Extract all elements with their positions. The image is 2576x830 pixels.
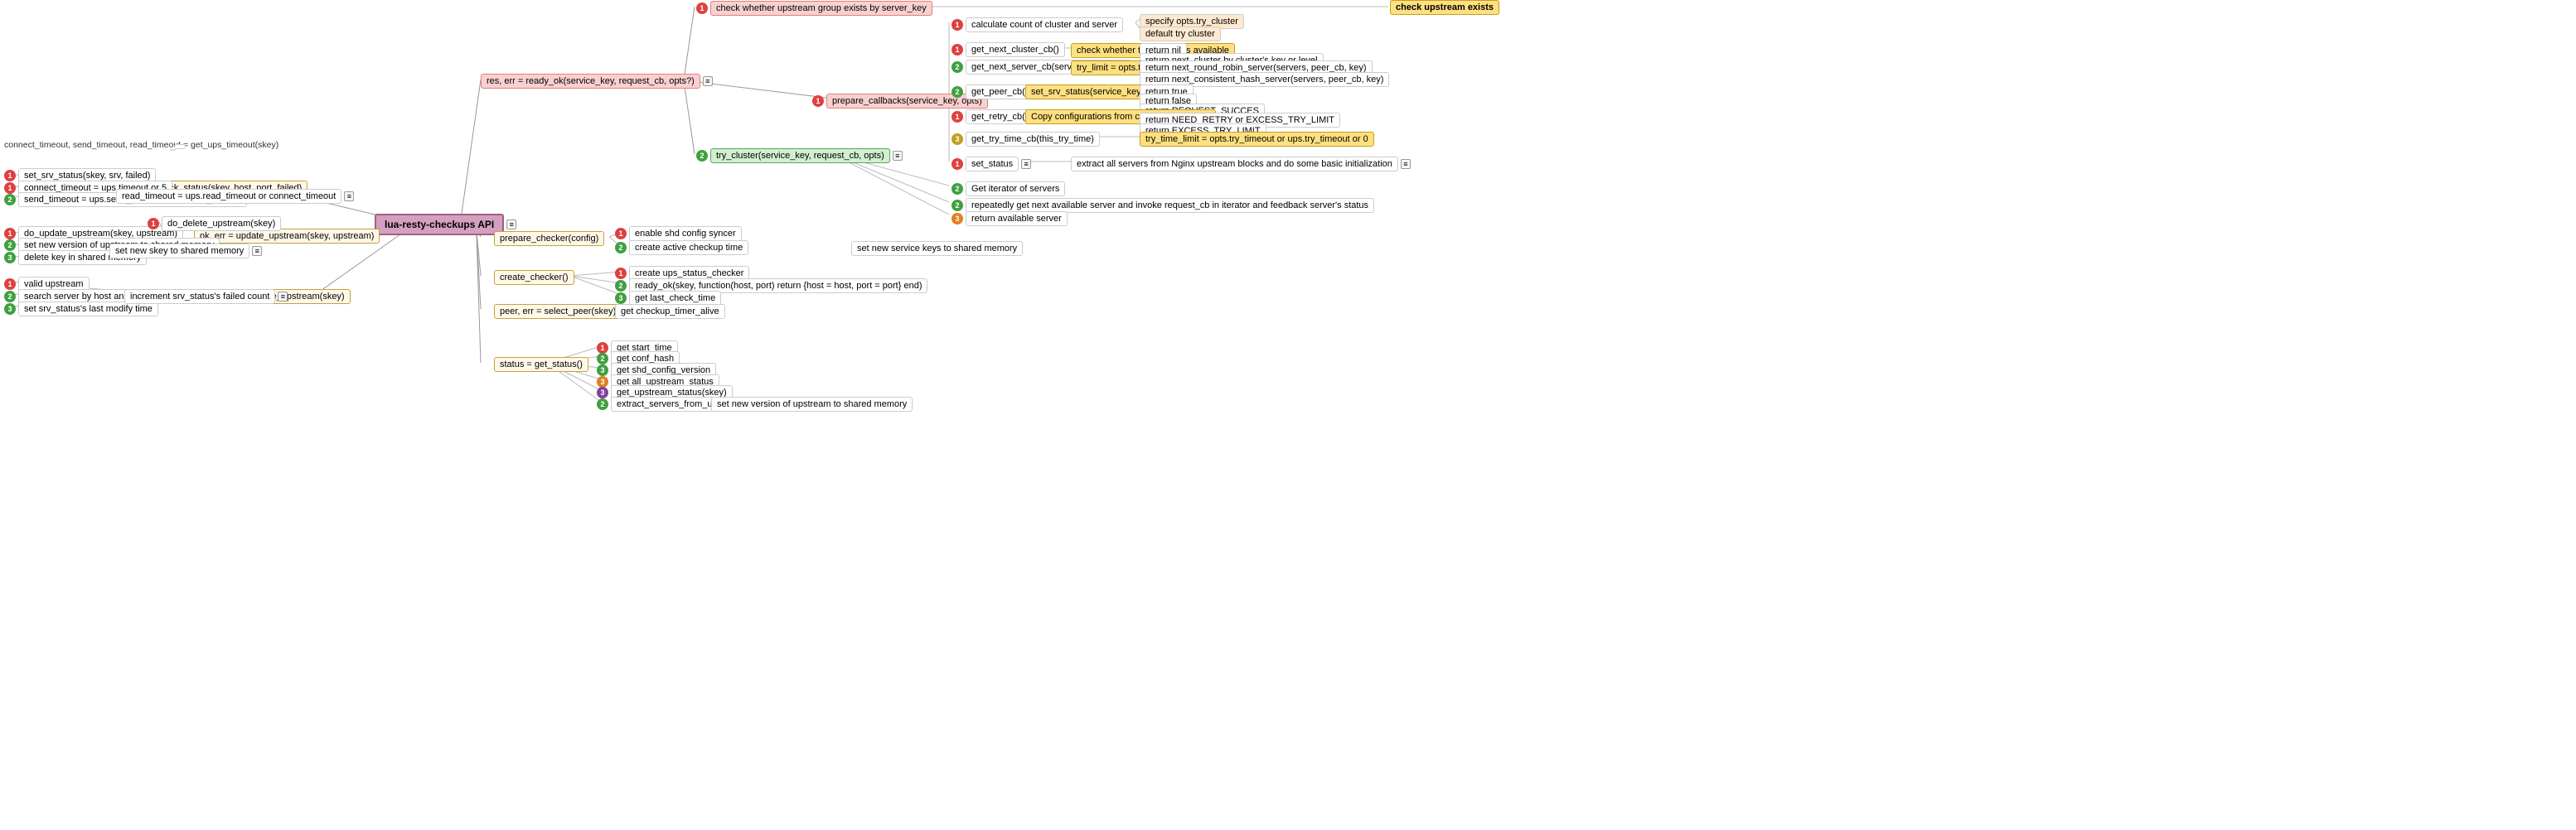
copy-config-box[interactable]: enable shd config syncer bbox=[629, 226, 742, 241]
get-try-time-node: 3 get_try_time_cb(this_try_time) bbox=[951, 132, 1100, 147]
get-status-box[interactable]: status = get_status() bbox=[494, 357, 588, 372]
return-available-node: 3 return available server bbox=[951, 211, 1068, 226]
extract-servers-fn-box[interactable]: set new service keys to shared memory bbox=[851, 241, 1023, 256]
get-ups-timeout-box[interactable] bbox=[174, 144, 186, 149]
set-new-upstream-badge: 2 bbox=[4, 239, 16, 251]
retry-cb-badge: 1 bbox=[951, 111, 963, 123]
create-checker-node: create_checker() bbox=[494, 270, 574, 285]
prepare-checker-node: prepare_checker(config) bbox=[494, 231, 604, 246]
ready-ok-select-node: get checkup_timer_alive bbox=[615, 304, 725, 319]
check-upstream-exists-box[interactable]: check upstream exists bbox=[1390, 0, 1499, 15]
check-upstream-group-box[interactable]: check whether upstream group exists by s… bbox=[710, 1, 932, 16]
iterator-badge: 2 bbox=[951, 183, 963, 195]
set-status-badge: 1 bbox=[951, 158, 963, 170]
get-upstream-status-box[interactable]: set new version of upstream to shared me… bbox=[711, 397, 913, 412]
try-time-limit-box[interactable]: try_time_limit = opts.try_timeout or ups… bbox=[1140, 132, 1374, 147]
central-expand-icon[interactable]: ≡ bbox=[506, 220, 516, 229]
valid-badge: 1 bbox=[148, 218, 159, 229]
create-active-badge: 2 bbox=[615, 280, 627, 292]
set-srv-status-node: extract all servers from Nginx upstream … bbox=[1071, 157, 1411, 171]
ready-ok-node: res, err = ready_ok(service_key, request… bbox=[481, 74, 713, 89]
set-srv-status2-node: read_timeout = ups.read_timeout or conne… bbox=[116, 189, 354, 204]
set-status-expand[interactable]: ≡ bbox=[1021, 159, 1031, 169]
do-update-upstream-node: set new skey to shared memory ≡ bbox=[109, 244, 262, 258]
return-available-box[interactable]: return available server bbox=[966, 211, 1068, 226]
do-delete-upstream-box[interactable]: increment srv_status's failed count bbox=[124, 289, 275, 304]
copy-config-node: 1 enable shd config syncer bbox=[615, 226, 742, 241]
connect-timeout-label: connect_timeout, send_timeout, read_time… bbox=[4, 140, 278, 150]
create-checker-box[interactable]: create_checker() bbox=[494, 270, 574, 285]
set-srv-status2-box[interactable]: read_timeout = ups.read_timeout or conne… bbox=[116, 189, 341, 204]
ready-ok-select-box[interactable]: get checkup_timer_alive bbox=[615, 304, 725, 319]
do-update-upstream-box[interactable]: set new skey to shared memory bbox=[109, 244, 249, 258]
get-ups-timeout-node bbox=[174, 144, 186, 149]
extract-servers-badge: 2 bbox=[615, 242, 627, 253]
select-peer-box[interactable]: peer, err = select_peer(skey) bbox=[494, 304, 622, 319]
next-server-badge: 2 bbox=[951, 61, 963, 73]
set-status-box[interactable]: set_status bbox=[966, 157, 1019, 171]
try-cluster-box[interactable]: try_cluster(service_key, request_cb, opt… bbox=[710, 148, 890, 163]
get-iterator-node: 2 Get iterator of servers bbox=[951, 181, 1065, 196]
get-upstream-status-node: set new version of upstream to shared me… bbox=[711, 397, 913, 412]
try-cluster-badge: 2 bbox=[696, 150, 708, 162]
all-upstream-badge: 2 bbox=[597, 398, 608, 410]
do-delete-upstream-node: increment srv_status's failed count ≡ bbox=[124, 289, 288, 304]
copy-config-badge: 1 bbox=[615, 228, 627, 239]
create-ups-badge: 3 bbox=[615, 292, 627, 304]
calculate-count-node: 1 calculate count of cluster and server bbox=[951, 17, 1123, 32]
valid-upstream-node: 1 do_delete_upstream(skey) bbox=[148, 216, 281, 231]
next-cluster-badge: 1 bbox=[951, 44, 963, 55]
prepare-checker-box[interactable]: prepare_checker(config) bbox=[494, 231, 604, 246]
get-next-cluster-node: 1 get_next_cluster_cb() bbox=[951, 42, 1065, 57]
ready-ok-box[interactable]: res, err = ready_ok(service_key, request… bbox=[481, 74, 700, 89]
get-status-node: status = get_status() bbox=[494, 357, 588, 372]
default-try-cluster-box[interactable]: default try cluster bbox=[1140, 27, 1221, 41]
do-delete-expand[interactable]: ≡ bbox=[278, 292, 288, 302]
increment-badge: 2 bbox=[4, 194, 16, 205]
set-new-version2-badge: 1 bbox=[4, 278, 16, 290]
try-cluster-expand[interactable]: ≡ bbox=[893, 151, 903, 161]
return-avail-badge: 3 bbox=[951, 213, 963, 224]
try-cluster-node: 2 try_cluster(service_key, request_cb, o… bbox=[696, 148, 903, 163]
connect-timeout-node: connect_timeout, send_timeout, read_time… bbox=[4, 140, 278, 150]
select-peer-node: peer, err = select_peer(skey) bbox=[494, 304, 622, 319]
default-try-cluster-node: default try cluster bbox=[1140, 27, 1221, 41]
set-srv-status2-expand[interactable]: ≡ bbox=[344, 191, 354, 201]
set-status-node: 1 set_status ≡ bbox=[951, 157, 1031, 171]
get-try-time-box[interactable]: get_try_time_cb(this_try_time) bbox=[966, 132, 1100, 147]
set-new-service-badge: 3 bbox=[4, 252, 16, 263]
get-next-cluster-box[interactable]: get_next_cluster_cb() bbox=[966, 42, 1065, 57]
extract-servers-fn-node: set new service keys to shared memory bbox=[851, 241, 1023, 256]
extract-servers-box[interactable]: create active checkup time bbox=[629, 240, 748, 255]
enable-shd-badge: 1 bbox=[615, 268, 627, 279]
set-srv-status-box[interactable]: extract all servers from Nginx upstream … bbox=[1071, 157, 1398, 171]
check-upstream-exists-node: check upstream exists bbox=[1390, 0, 1499, 15]
central-node-box[interactable]: lua-resty-checkups API bbox=[375, 214, 504, 235]
get-iterator-box[interactable]: Get iterator of servers bbox=[966, 181, 1065, 196]
do-update-expand[interactable]: ≡ bbox=[252, 246, 262, 256]
calc-badge: 1 bbox=[951, 19, 963, 31]
peer-cb-badge: 2 bbox=[951, 86, 963, 98]
try-time-badge: 3 bbox=[951, 133, 963, 145]
valid-upstream-box[interactable]: do_delete_upstream(skey) bbox=[162, 216, 281, 231]
repeatedly-badge: 2 bbox=[951, 200, 963, 211]
set-srv-status-expand[interactable]: ≡ bbox=[1401, 159, 1411, 169]
ready-ok-expand[interactable]: ≡ bbox=[703, 76, 713, 86]
delete-key-badge: 2 bbox=[4, 291, 16, 302]
prepare-callbacks-badge: 1 bbox=[812, 95, 824, 107]
try-time-limit-node: try_time_limit = opts.try_timeout or ups… bbox=[1140, 132, 1374, 147]
check-upstream-badge: 1 bbox=[696, 2, 708, 14]
set-new-skey-badge: 3 bbox=[4, 303, 16, 315]
calculate-count-box[interactable]: calculate count of cluster and server bbox=[966, 17, 1123, 32]
check-upstream-group-node: 1 check whether upstream group exists by… bbox=[696, 1, 932, 16]
extract-servers-node: 2 create active checkup time bbox=[615, 240, 748, 255]
search-server-badge: 1 bbox=[4, 170, 16, 181]
